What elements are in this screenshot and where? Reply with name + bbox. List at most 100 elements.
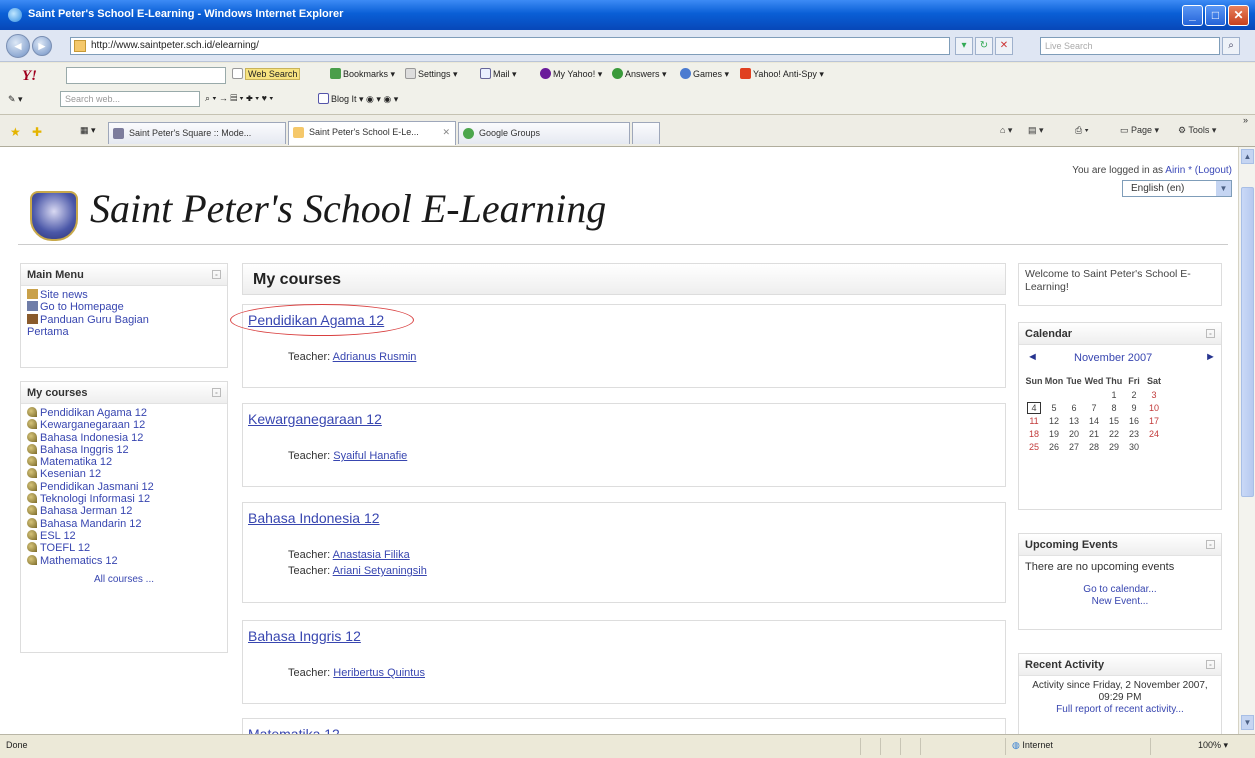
calendar-day[interactable]: 6 [1064,401,1084,414]
close-button[interactable]: ✕ [1228,5,1249,26]
teacher-link[interactable]: Anastasia Filika [333,549,410,561]
my-yahoo-button[interactable]: My Yahoo! ▾ [540,68,602,80]
calendar-month[interactable]: November 2007 [1074,352,1152,364]
zoom-level[interactable]: 100% ▾ [1198,740,1228,751]
course-link[interactable]: Bahasa Inggris 12 [248,628,361,644]
calendar-day[interactable]: 30 [1124,440,1144,453]
course-list-item[interactable]: Bahasa Inggris 12 [27,443,221,456]
teacher-link[interactable]: Ariani Setyaningsih [333,565,427,577]
toolbar-options-icon[interactable]: ✎ ▾ [8,94,23,105]
teacher-link[interactable]: Adrianus Rusmin [333,351,417,363]
course-list-item[interactable]: ESL 12 [27,529,221,542]
vertical-scrollbar[interactable]: ▲ ▼ [1238,147,1255,734]
site-news-link[interactable]: Site news [27,289,221,301]
calendar-day[interactable]: 3 [1144,388,1164,401]
language-select[interactable]: English (en) ▼ [1122,180,1232,197]
calendar-day[interactable]: 19 [1044,427,1064,440]
calendar-day[interactable]: 24 [1144,427,1164,440]
tools-menu[interactable]: ⚙ Tools ▾ [1178,125,1216,136]
calendar-day[interactable]: 16 [1124,414,1144,427]
favorites-star-icon[interactable]: ★ [10,125,21,139]
tab-google-groups[interactable]: Google Groups [458,122,630,144]
new-event-link[interactable]: New Event... [1019,596,1221,608]
calendar-day[interactable]: 25 [1024,440,1044,453]
next-month-icon[interactable]: ► [1205,351,1216,363]
teacher-link[interactable]: Syaiful Hanafie [333,450,407,462]
course-list-item[interactable]: Pendidikan Agama 12 [27,407,221,419]
search-go-icon[interactable]: ⌕ ▾ → ▤ ▾ ✚ ▾ ♥ ▾ [205,93,273,104]
print-icon[interactable]: ⎙ ▾ [1075,125,1088,136]
calendar-day[interactable]: 8 [1104,401,1124,414]
add-favorites-icon[interactable]: ✚ [32,125,42,139]
scrollbar-thumb[interactable] [1241,187,1254,497]
course-list-item[interactable]: Kewarganegaraan 12 [27,419,221,431]
calendar-day[interactable]: 14 [1084,414,1104,427]
yahoo-search-input[interactable] [66,67,226,84]
home-icon[interactable]: ⌂ ▾ [1000,125,1012,136]
answers-button[interactable]: Answers ▾ [612,68,667,80]
close-tab-icon[interactable]: ✕ [442,122,450,142]
go-to-homepage-link[interactable]: Go to Homepage [27,301,221,313]
collapse-icon[interactable]: - [212,270,221,279]
logout-link[interactable]: (Logout) [1195,165,1232,176]
mail-button[interactable]: Mail ▾ [480,68,517,80]
calendar-day[interactable]: 1 [1104,388,1124,401]
minimize-button[interactable]: _ [1182,5,1203,26]
maximize-button[interactable]: □ [1205,5,1226,26]
course-list-item[interactable]: Pendidikan Jasmani 12 [27,480,221,493]
collapse-icon[interactable]: - [212,388,221,397]
calendar-day[interactable]: 23 [1124,427,1144,440]
settings-button[interactable]: Settings ▾ [405,68,458,80]
all-courses-link[interactable]: All courses ... [21,574,227,586]
live-search-input[interactable]: Live Search [1040,37,1220,55]
calendar-day[interactable]: 10 [1144,401,1164,414]
new-tab-button[interactable] [632,122,660,144]
calendar-day[interactable]: 20 [1064,427,1084,440]
page-menu[interactable]: ▭ Page ▾ [1120,125,1159,136]
feeds-icon[interactable]: ▤ ▾ [1028,125,1044,136]
yahoo-logo[interactable]: Y! [22,68,37,85]
games-button[interactable]: Games ▾ [680,68,729,80]
calendar-day[interactable]: 15 [1104,414,1124,427]
course-list-item[interactable]: Mathematics 12 [27,554,221,567]
bookmarks-button[interactable]: Bookmarks ▾ [330,68,395,80]
prev-month-icon[interactable]: ◄ [1027,351,1038,363]
forward-button[interactable]: ► [32,36,52,56]
course-list-item[interactable]: Kesenian 12 [27,468,221,480]
calendar-day[interactable]: 28 [1084,440,1104,453]
collapse-icon[interactable]: - [1206,329,1215,338]
stop-button[interactable]: ✕ [995,37,1013,55]
teacher-link[interactable]: Heribertus Quintus [333,667,425,679]
course-list-item[interactable]: Bahasa Mandarin 12 [27,517,221,530]
calendar-day[interactable]: 27 [1064,440,1084,453]
course-link[interactable]: Matematika 12 [248,726,340,734]
address-bar[interactable]: http://www.saintpeter.sch.id/elearning/ [70,37,950,55]
address-dropdown-button[interactable]: ▾ [955,37,973,55]
calendar-day[interactable]: 2 [1124,388,1144,401]
search-web-input[interactable]: Search web... [60,91,200,107]
course-list-item[interactable]: Matematika 12 [27,456,221,468]
full-report-link[interactable]: Full report of recent activity... [1019,704,1221,716]
course-link[interactable]: Kewarganegaraan 12 [248,411,382,427]
calendar-day[interactable]: 13 [1064,414,1084,427]
go-to-calendar-link[interactable]: Go to calendar... [1019,584,1221,596]
calendar-day[interactable]: 9 [1124,401,1144,414]
calendar-day[interactable]: 26 [1044,440,1064,453]
course-list-item[interactable]: Bahasa Jerman 12 [27,505,221,517]
user-link[interactable]: Airin * [1165,165,1192,176]
search-icon[interactable]: ⌕ [1222,37,1240,55]
calendar-day[interactable]: 29 [1104,440,1124,453]
calendar-day[interactable]: 11 [1024,414,1044,427]
window-title-bar[interactable]: Saint Peter's School E-Learning - Window… [0,0,1255,30]
chevron-more-icon[interactable]: » [1243,115,1248,125]
calendar-day[interactable]: 17 [1144,414,1164,427]
course-link[interactable]: Bahasa Indonesia 12 [248,510,380,526]
panduan-guru-link[interactable]: Panduan Guru Bagian [27,313,221,326]
calendar-day[interactable]: 4 [1024,401,1044,414]
collapse-icon[interactable]: - [1206,660,1215,669]
calendar-day[interactable]: 12 [1044,414,1064,427]
scroll-up-icon[interactable]: ▲ [1241,149,1254,164]
calendar-day[interactable]: 18 [1024,427,1044,440]
calendar-day[interactable]: 22 [1104,427,1124,440]
panduan-guru-link-cont[interactable]: Pertama [27,326,221,338]
